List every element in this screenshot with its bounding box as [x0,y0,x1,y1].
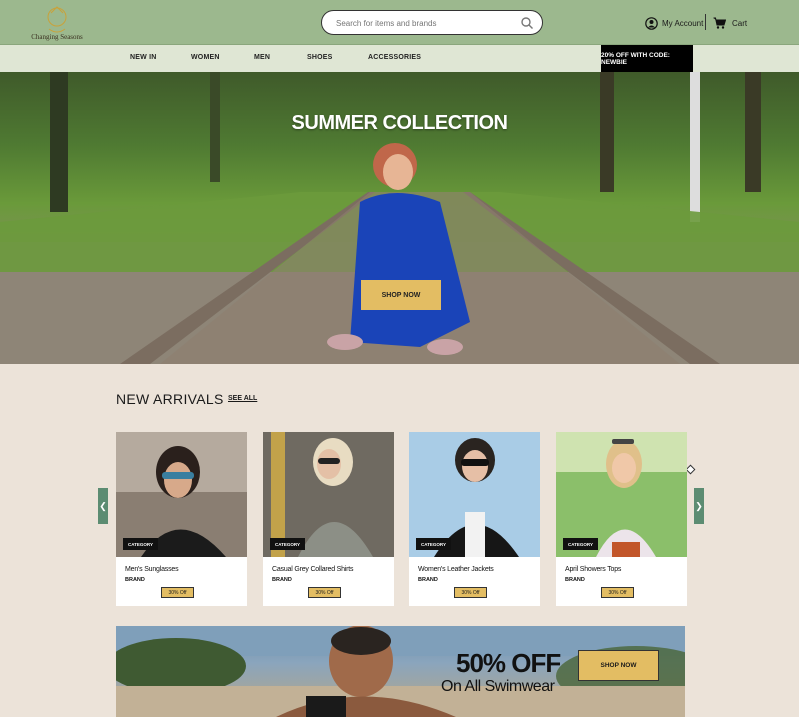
brand-logo[interactable]: Changing Seasons [28,3,86,43]
chevron-right-icon: ❯ [695,500,703,511]
product-brand: BRAND [565,577,585,583]
discount-tag: 30% Off [161,587,194,598]
nav-item-new-in[interactable]: NEW IN [130,54,156,61]
product-card[interactable]: CATEGORY Women's Leather Jackets BRAND 3… [409,432,540,606]
product-card[interactable]: CATEGORY Men's Sunglasses BRAND 30% Off [116,432,247,606]
site-header: Changing Seasons My Account Cart [0,0,799,45]
product-name[interactable]: Men's Sunglasses [125,566,179,573]
logo-emblem-icon [47,6,67,33]
header-divider [705,14,706,30]
shopping-cart-icon [713,17,726,29]
category-badge: CATEGORY [416,538,452,550]
product-name[interactable]: Casual Grey Collared Shirts [272,566,354,573]
product-brand: BRAND [272,577,292,583]
cart-label: Cart [732,18,748,28]
search-bar[interactable] [321,10,543,35]
nav-item-women[interactable]: WOMEN [191,54,220,61]
product-card[interactable]: CATEGORY April Showers Tops BRAND 30% Of… [556,432,687,606]
search-icon[interactable] [520,16,534,30]
product-brand: BRAND [418,577,438,583]
chevron-left-icon: ❮ [99,500,107,511]
discount-tag: 30% Off [454,587,487,598]
banner-subline: On All Swimwear [441,678,555,695]
carousel-handle[interactable] [685,464,696,475]
see-all-link[interactable]: SEE ALL [228,395,257,402]
cart-link[interactable]: Cart [713,15,747,31]
hero-title: SUMMER COLLECTION [291,112,508,134]
swimwear-promo-banner: 50% OFF On All Swimwear SHOP NOW [116,626,685,717]
category-badge: CATEGORY [563,538,599,550]
discount-tag: 30% Off [308,587,341,598]
nav-item-men[interactable]: MEN [254,54,270,61]
hero-shop-now-button[interactable]: SHOP NOW [361,280,441,310]
banner-shop-now-button[interactable]: SHOP NOW [578,650,659,681]
category-badge: CATEGORY [270,538,306,550]
nav-item-shoes[interactable]: SHOES [307,54,333,61]
product-brand: BRAND [125,577,145,583]
category-badge: CATEGORY [123,538,159,550]
product-name[interactable]: Women's Leather Jackets [418,566,494,573]
search-input[interactable] [336,16,516,30]
carousel-next-button[interactable]: ❯ [694,488,704,524]
user-account-icon [645,16,658,30]
nav-item-accessories[interactable]: ACCESSORIES [368,54,421,61]
account-label: My Account [662,18,704,28]
discount-tag: 30% Off [601,587,634,598]
logo-text: Changing Seasons [31,33,83,41]
product-name[interactable]: April Showers Tops [565,566,621,573]
my-account-link[interactable]: My Account [645,15,703,31]
product-card[interactable]: CATEGORY Casual Grey Collared Shirts BRA… [263,432,394,606]
carousel-prev-button[interactable]: ❮ [98,488,108,524]
new-arrivals-heading: NEW ARRIVALS [116,391,224,407]
promo-code-banner[interactable]: 20% OFF WITH CODE: NEWBIE [601,45,693,72]
banner-headline: 50% OFF [456,648,561,678]
hero-banner: SUMMER COLLECTION SHOP NOW [0,72,799,364]
